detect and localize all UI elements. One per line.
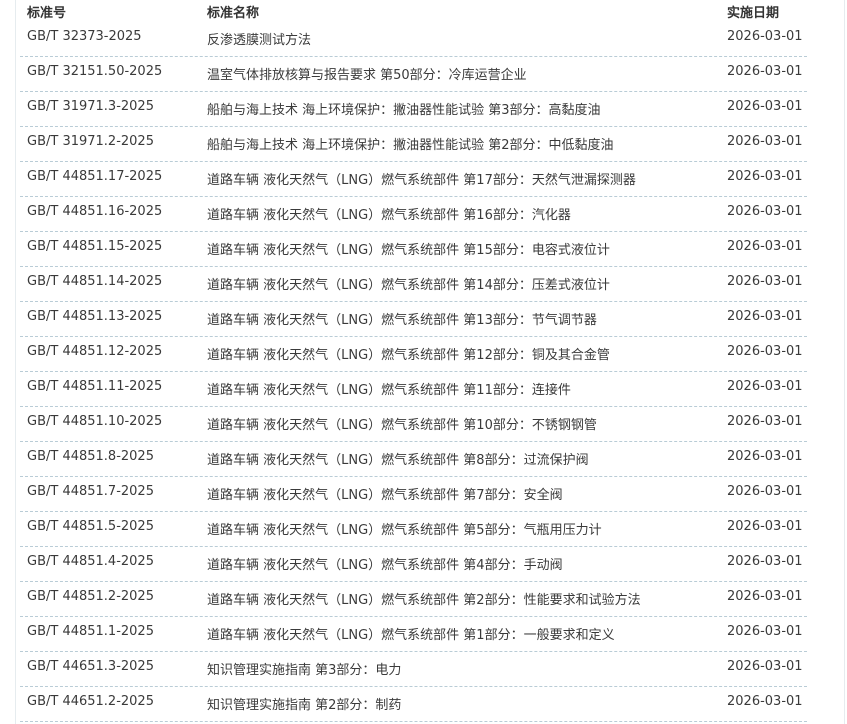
implementation-date: 2026-03-01 — [727, 309, 803, 324]
table-row: GB/T 44851.1-2025 道路车辆 液化天然气（LNG）燃气系统部件 第… — [20, 617, 807, 652]
standard-name-link[interactable]: 道路车辆 液化天然气（LNG）燃气系统部件 第13部分：节气调节器 — [207, 309, 597, 328]
implementation-date: 2026-03-01 — [727, 344, 803, 359]
standard-code-link[interactable]: GB/T 44851.11-2025 — [27, 379, 162, 394]
column-header-date: 实施日期 — [727, 6, 780, 21]
table-row: GB/T 31971.3-2025 船舶与海上技术 海上环境保护：撇油器性能试验 … — [20, 92, 807, 127]
standard-name-link[interactable]: 船舶与海上技术 海上环境保护：撇油器性能试验 第2部分：中低黏度油 — [207, 134, 614, 153]
standard-code-link[interactable]: GB/T 44851.16-2025 — [27, 204, 162, 219]
implementation-date: 2026-03-01 — [727, 659, 803, 674]
table-row: GB/T 31971.2-2025 船舶与海上技术 海上环境保护：撇油器性能试验 … — [20, 127, 807, 162]
table-row: GB/T 44851.10-2025 道路车辆 液化天然气（LNG）燃气系统部件 … — [20, 407, 807, 442]
table-row: GB/T 44851.17-2025 道路车辆 液化天然气（LNG）燃气系统部件 … — [20, 162, 807, 197]
standard-name-link[interactable]: 道路车辆 液化天然气（LNG）燃气系统部件 第1部分：一般要求和定义 — [207, 624, 615, 643]
implementation-date: 2026-03-01 — [727, 274, 803, 289]
standard-name-link[interactable]: 温室气体排放核算与报告要求 第50部分：冷库运营企业 — [207, 64, 527, 83]
table-row: GB/T 44851.15-2025 道路车辆 液化天然气（LNG）燃气系统部件 … — [20, 232, 807, 267]
table-row: GB/T 44851.11-2025 道路车辆 液化天然气（LNG）燃气系统部件 … — [20, 372, 807, 407]
standard-name-link[interactable]: 船舶与海上技术 海上环境保护：撇油器性能试验 第3部分：高黏度油 — [207, 99, 601, 118]
implementation-date: 2026-03-01 — [727, 204, 803, 219]
table-row: GB/T 44851.12-2025 道路车辆 液化天然气（LNG）燃气系统部件 … — [20, 337, 807, 372]
standard-code-link[interactable]: GB/T 44851.2-2025 — [27, 589, 154, 604]
standard-code-link[interactable]: GB/T 44851.4-2025 — [27, 554, 154, 569]
implementation-date: 2026-03-01 — [727, 29, 803, 44]
standard-name-link[interactable]: 道路车辆 液化天然气（LNG）燃气系统部件 第17部分：天然气泄漏探测器 — [207, 169, 636, 188]
standard-code-link[interactable]: GB/T 44851.13-2025 — [27, 309, 162, 324]
table-header: 标准号 标准名称 实施日期 — [27, 0, 807, 22]
standard-name-link[interactable]: 道路车辆 液化天然气（LNG）燃气系统部件 第12部分：铜及其合金管 — [207, 344, 610, 363]
table-row: GB/T 44851.14-2025 道路车辆 液化天然气（LNG）燃气系统部件 … — [20, 267, 807, 302]
table-row: GB/T 44651.2-2025 知识管理实施指南 第2部分：制药 2026-03… — [20, 687, 807, 722]
standard-code-link[interactable]: GB/T 32373-2025 — [27, 29, 142, 44]
standard-name-link[interactable]: 道路车辆 液化天然气（LNG）燃气系统部件 第15部分：电容式液位计 — [207, 239, 610, 258]
implementation-date: 2026-03-01 — [727, 694, 803, 709]
implementation-date: 2026-03-01 — [727, 519, 803, 534]
standard-name-link[interactable]: 知识管理实施指南 第3部分：电力 — [207, 659, 401, 678]
standard-code-link[interactable]: GB/T 44851.10-2025 — [27, 414, 162, 429]
table-row: GB/T 44851.2-2025 道路车辆 液化天然气（LNG）燃气系统部件 第… — [20, 582, 807, 617]
standard-code-link[interactable]: GB/T 44651.3-2025 — [27, 659, 154, 674]
standard-code-link[interactable]: GB/T 44851.7-2025 — [27, 484, 154, 499]
standard-name-link[interactable]: 道路车辆 液化天然气（LNG）燃气系统部件 第10部分：不锈钢钢管 — [207, 414, 597, 433]
implementation-date: 2026-03-01 — [727, 484, 803, 499]
implementation-date: 2026-03-01 — [727, 449, 803, 464]
table-row: GB/T 44851.4-2025 道路车辆 液化天然气（LNG）燃气系统部件 第… — [20, 547, 807, 582]
standard-name-link[interactable]: 道路车辆 液化天然气（LNG）燃气系统部件 第14部分：压差式液位计 — [207, 274, 610, 293]
table-row: GB/T 44851.13-2025 道路车辆 液化天然气（LNG）燃气系统部件 … — [20, 302, 807, 337]
standards-table: GB/T 32373-2025 反渗透膜测试方法 2026-03-01 GB/T 32… — [20, 22, 807, 722]
standard-code-link[interactable]: GB/T 44851.8-2025 — [27, 449, 154, 464]
standard-code-link[interactable]: GB/T 31971.2-2025 — [27, 134, 154, 149]
column-header-name: 标准名称 — [207, 6, 260, 21]
standard-name-link[interactable]: 道路车辆 液化天然气（LNG）燃气系统部件 第5部分：气瓶用压力计 — [207, 519, 602, 538]
implementation-date: 2026-03-01 — [727, 239, 803, 254]
table-row: GB/T 44851.16-2025 道路车辆 液化天然气（LNG）燃气系统部件 … — [20, 197, 807, 232]
implementation-date: 2026-03-01 — [727, 554, 803, 569]
standard-code-link[interactable]: GB/T 32151.50-2025 — [27, 64, 162, 79]
standard-code-link[interactable]: GB/T 44851.17-2025 — [27, 169, 162, 184]
standard-code-link[interactable]: GB/T 44851.5-2025 — [27, 519, 154, 534]
table-row: GB/T 44851.8-2025 道路车辆 液化天然气（LNG）燃气系统部件 第… — [20, 442, 807, 477]
standard-name-link[interactable]: 道路车辆 液化天然气（LNG）燃气系统部件 第7部分：安全阀 — [207, 484, 563, 503]
table-row: GB/T 44851.5-2025 道路车辆 液化天然气（LNG）燃气系统部件 第… — [20, 512, 807, 547]
table-row: GB/T 32151.50-2025 温室气体排放核算与报告要求 第50部分：冷库… — [20, 57, 807, 92]
implementation-date: 2026-03-01 — [727, 379, 803, 394]
standard-code-link[interactable]: GB/T 44851.14-2025 — [27, 274, 162, 289]
implementation-date: 2026-03-01 — [727, 589, 803, 604]
implementation-date: 2026-03-01 — [727, 64, 803, 79]
standard-code-link[interactable]: GB/T 31971.3-2025 — [27, 99, 154, 114]
column-header-code: 标准号 — [27, 6, 67, 21]
standard-code-link[interactable]: GB/T 44851.1-2025 — [27, 624, 154, 639]
standard-code-link[interactable]: GB/T 44651.2-2025 — [27, 694, 154, 709]
implementation-date: 2026-03-01 — [727, 624, 803, 639]
standard-name-link[interactable]: 道路车辆 液化天然气（LNG）燃气系统部件 第16部分：汽化器 — [207, 204, 571, 223]
standard-code-link[interactable]: GB/T 44851.12-2025 — [27, 344, 162, 359]
table-row: GB/T 44851.7-2025 道路车辆 液化天然气（LNG）燃气系统部件 第… — [20, 477, 807, 512]
implementation-date: 2026-03-01 — [727, 99, 803, 114]
standard-name-link[interactable]: 道路车辆 液化天然气（LNG）燃气系统部件 第11部分：连接件 — [207, 379, 571, 398]
table-row: GB/T 44651.3-2025 知识管理实施指南 第3部分：电力 2026-03… — [20, 652, 807, 687]
standard-name-link[interactable]: 反渗透膜测试方法 — [207, 29, 311, 48]
standard-code-link[interactable]: GB/T 44851.15-2025 — [27, 239, 162, 254]
implementation-date: 2026-03-01 — [727, 414, 803, 429]
standard-name-link[interactable]: 道路车辆 液化天然气（LNG）燃气系统部件 第4部分：手动阀 — [207, 554, 563, 573]
standard-name-link[interactable]: 道路车辆 液化天然气（LNG）燃气系统部件 第2部分：性能要求和试验方法 — [207, 589, 641, 608]
implementation-date: 2026-03-01 — [727, 169, 803, 184]
table-row: GB/T 32373-2025 反渗透膜测试方法 2026-03-01 — [20, 22, 807, 57]
standard-name-link[interactable]: 知识管理实施指南 第2部分：制药 — [207, 694, 401, 713]
implementation-date: 2026-03-01 — [727, 134, 803, 149]
standard-name-link[interactable]: 道路车辆 液化天然气（LNG）燃气系统部件 第8部分：过流保护阀 — [207, 449, 589, 468]
